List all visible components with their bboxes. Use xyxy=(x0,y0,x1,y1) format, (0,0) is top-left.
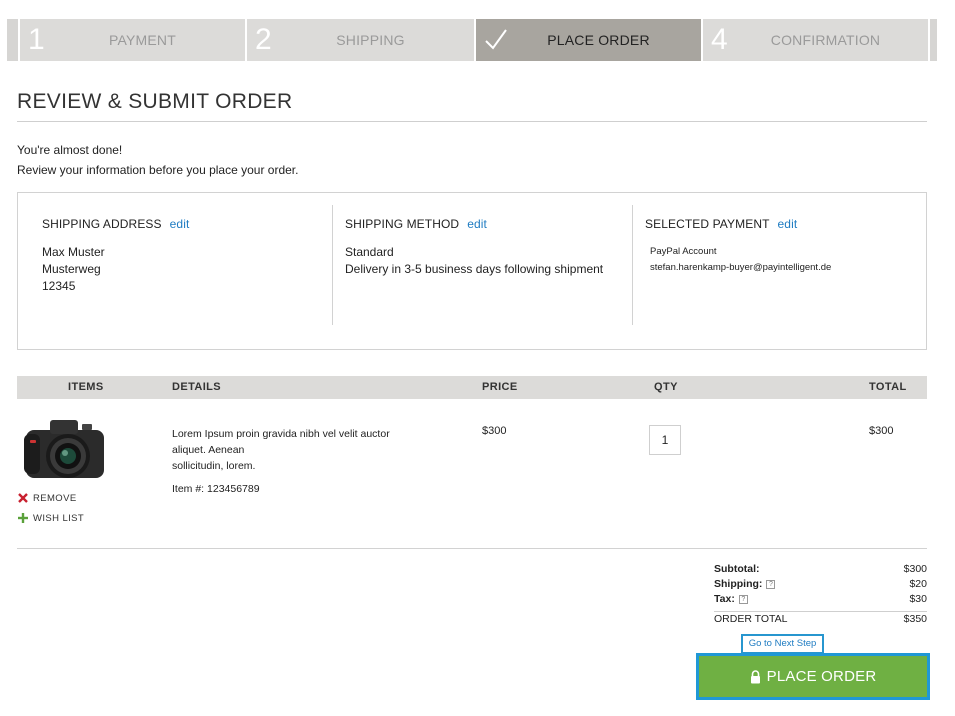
step-payment[interactable]: 1 PAYMENT xyxy=(18,19,245,61)
address-street: Musterweg xyxy=(42,262,101,276)
section-heading: SHIPPING METHOD edit xyxy=(345,217,632,231)
payment-email: stefan.harenkamp-buyer@payintelligent.de xyxy=(650,262,832,273)
step-label: SHIPPING xyxy=(336,32,405,48)
camera-image[interactable] xyxy=(22,414,106,482)
row-divider xyxy=(17,548,927,549)
remove-label: REMOVE xyxy=(33,492,77,504)
item-total: $300 xyxy=(869,425,894,437)
shipping-address-heading: SHIPPING ADDRESS xyxy=(42,217,162,231)
intro-line: Review your information before you place… xyxy=(17,163,299,177)
subtotal-label: Subtotal: xyxy=(714,563,760,575)
header-price: PRICE xyxy=(482,381,518,393)
payment-heading: SELECTED PAYMENT xyxy=(645,217,770,231)
place-order-label: PLACE ORDER xyxy=(766,668,877,685)
item-description: Lorem Ipsum proin gravida nibh vel velit… xyxy=(172,426,412,474)
shipping-label-text: Shipping: xyxy=(714,578,763,590)
checkmark-icon xyxy=(485,29,507,50)
description-line: sollicitudin, lorem. xyxy=(172,460,256,472)
tax-label-text: Tax: xyxy=(714,593,735,605)
wishlist-label: WISH LIST xyxy=(33,512,85,524)
header-items: ITEMS xyxy=(68,381,104,393)
shipping-label: Shipping:? xyxy=(714,578,776,590)
section-heading: SELECTED PAYMENT edit xyxy=(645,217,928,231)
cart-table-header: ITEMS DETAILS PRICE QTY TOTAL xyxy=(17,376,927,399)
help-icon[interactable]: ? xyxy=(766,579,776,589)
step-number: 2 xyxy=(255,23,272,56)
shipping-method-body: Standard Delivery in 3-5 business days f… xyxy=(345,244,632,278)
intro-text: You're almost done! Review your informat… xyxy=(17,140,298,180)
description-line: aliquet. Aenean xyxy=(172,444,245,456)
remove-item-button[interactable]: REMOVE xyxy=(17,492,77,504)
address-name: Max Muster xyxy=(42,245,105,259)
step-label: CONFIRMATION xyxy=(770,32,881,48)
checkout-steps: 1 PAYMENT 2 SHIPPING PLACE ORDER 4 CONFI… xyxy=(7,19,937,61)
order-total-value: $350 xyxy=(903,613,927,625)
section-heading: SHIPPING ADDRESS edit xyxy=(42,217,331,231)
header-total: TOTAL xyxy=(869,381,907,393)
edit-payment-link[interactable]: edit xyxy=(778,217,798,231)
step-shipping[interactable]: 2 SHIPPING xyxy=(245,19,474,61)
summary-divider xyxy=(714,611,927,612)
shipping-address-body: Max Muster Musterweg 12345 xyxy=(42,244,331,295)
shipping-method-section: SHIPPING METHOD edit Standard Delivery in… xyxy=(332,205,632,325)
next-step-link[interactable]: Go to Next Step xyxy=(741,634,824,654)
intro-line: You're almost done! xyxy=(17,143,123,157)
step-label: PLACE ORDER xyxy=(547,32,650,48)
edit-shipping-address-link[interactable]: edit xyxy=(170,217,190,231)
steps-right-edge xyxy=(928,19,936,61)
page-title: REVIEW & SUBMIT ORDER xyxy=(17,90,293,113)
add-to-wishlist-button[interactable]: WISH LIST xyxy=(17,512,84,524)
header-qty: QTY xyxy=(654,381,678,393)
edit-shipping-method-link[interactable]: edit xyxy=(467,217,487,231)
quantity-input[interactable]: 1 xyxy=(649,425,681,455)
shipping-method-heading: SHIPPING METHOD xyxy=(345,217,460,231)
tax-value: $30 xyxy=(909,593,927,605)
step-number: 4 xyxy=(711,23,728,56)
shipping-value: $20 xyxy=(909,578,927,590)
header-details: DETAILS xyxy=(172,381,222,393)
plus-icon xyxy=(18,513,28,523)
payment-body: PayPal Account stefan.harenkamp-buyer@pa… xyxy=(645,244,928,276)
title-divider xyxy=(17,121,927,122)
shipping-delivery-time: Delivery in 3-5 business days following … xyxy=(345,262,604,276)
item-number: Item #: 123456789 xyxy=(172,483,260,495)
order-total-label: ORDER TOTAL xyxy=(714,613,788,625)
step-confirmation[interactable]: 4 CONFIRMATION xyxy=(701,19,928,61)
place-order-button[interactable]: PLACE ORDER xyxy=(696,653,930,700)
address-zip: 12345 xyxy=(42,279,76,293)
shipping-method-name: Standard xyxy=(345,245,394,259)
item-price: $300 xyxy=(482,425,507,437)
tax-label: Tax:? xyxy=(714,593,748,605)
description-line: Lorem Ipsum proin gravida nibh vel velit… xyxy=(172,428,390,440)
close-icon xyxy=(18,493,28,503)
payment-section: SELECTED PAYMENT edit PayPal Account stef… xyxy=(632,205,928,325)
payment-type: PayPal Account xyxy=(650,246,717,257)
subtotal-value: $300 xyxy=(903,563,927,575)
step-label: PAYMENT xyxy=(109,32,176,48)
lock-icon xyxy=(750,669,760,683)
steps-left-edge xyxy=(7,19,18,61)
order-info-box: SHIPPING ADDRESS edit Max Muster Musterwe… xyxy=(17,192,927,350)
step-number: 1 xyxy=(28,23,45,56)
shipping-address-section: SHIPPING ADDRESS edit Max Muster Musterwe… xyxy=(18,205,331,325)
help-icon[interactable]: ? xyxy=(738,594,748,604)
step-place-order[interactable]: PLACE ORDER xyxy=(474,19,701,61)
